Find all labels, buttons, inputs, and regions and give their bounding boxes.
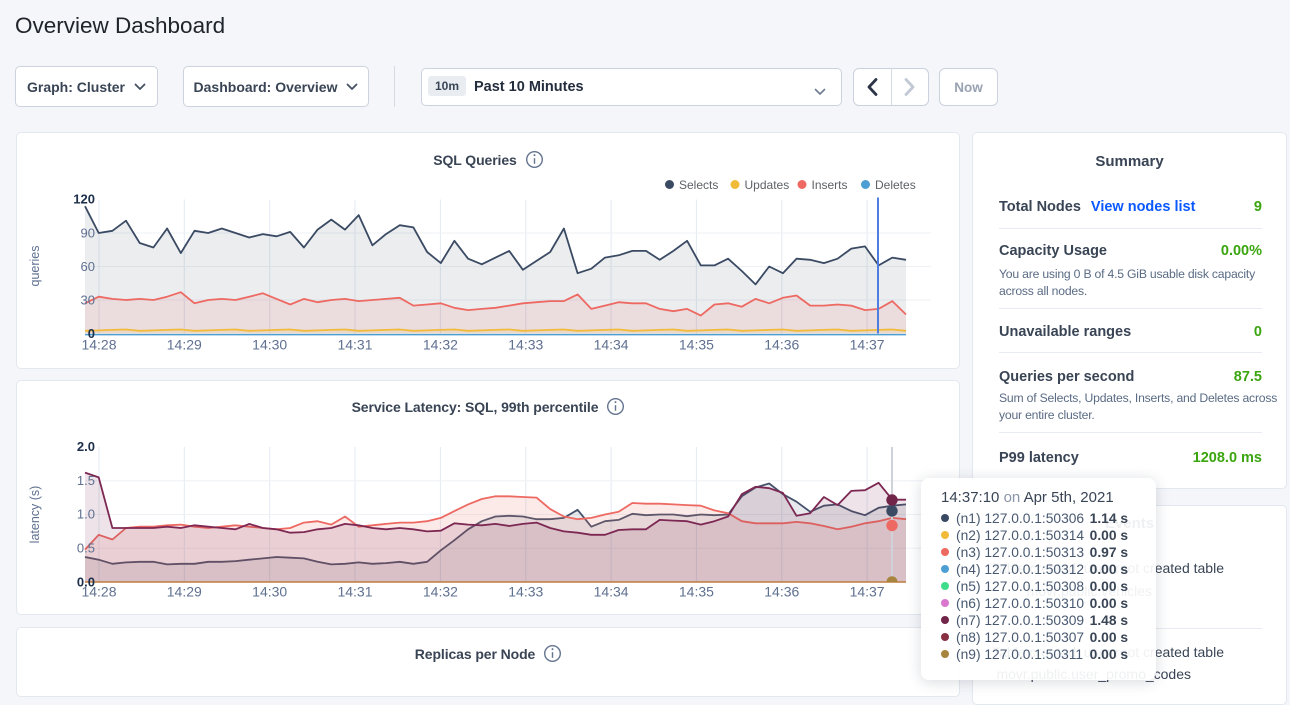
svg-text:Selects: Selects [679, 178, 718, 192]
svg-text:14:31: 14:31 [337, 337, 372, 353]
svg-text:14:28: 14:28 [81, 584, 116, 600]
svg-text:14:35: 14:35 [679, 584, 714, 600]
svg-text:14:37: 14:37 [850, 337, 885, 353]
svg-text:latency (s): latency (s) [28, 486, 42, 544]
svg-text:60: 60 [81, 259, 95, 274]
svg-text:30: 30 [81, 293, 95, 308]
svg-text:Deletes: Deletes [875, 178, 916, 192]
svg-text:120: 120 [73, 192, 95, 207]
svg-text:14:34: 14:34 [594, 337, 629, 353]
svg-text:14:32: 14:32 [423, 584, 458, 600]
svg-text:14:33: 14:33 [508, 337, 543, 353]
svg-text:0.5: 0.5 [77, 541, 95, 556]
svg-text:14:32: 14:32 [423, 337, 458, 353]
svg-text:Updates: Updates [745, 178, 790, 192]
svg-text:14:29: 14:29 [167, 337, 202, 353]
svg-text:14:30: 14:30 [252, 584, 287, 600]
svg-text:14:37: 14:37 [850, 584, 885, 600]
svg-text:14:30: 14:30 [252, 337, 287, 353]
svg-text:2.0: 2.0 [77, 439, 95, 454]
svg-text:14:31: 14:31 [337, 584, 372, 600]
svg-text:14:28: 14:28 [81, 337, 116, 353]
svg-text:Inserts: Inserts [812, 178, 848, 192]
svg-text:90: 90 [81, 226, 95, 241]
svg-text:1.5: 1.5 [77, 473, 95, 488]
svg-text:1.0: 1.0 [77, 507, 95, 522]
svg-text:14:33: 14:33 [508, 584, 543, 600]
svg-text:14:34: 14:34 [594, 584, 629, 600]
svg-text:14:35: 14:35 [679, 337, 714, 353]
svg-text:queries: queries [28, 246, 42, 287]
svg-text:14:29: 14:29 [167, 584, 202, 600]
svg-text:14:36: 14:36 [764, 337, 799, 353]
svg-text:14:36: 14:36 [764, 584, 799, 600]
